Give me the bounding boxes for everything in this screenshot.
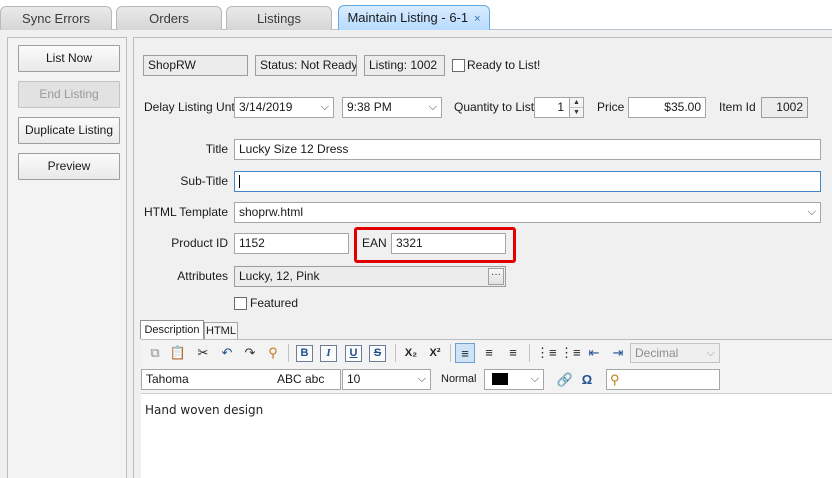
font-preview: ABC abc (277, 372, 325, 386)
list-now-button[interactable]: List Now (18, 45, 120, 72)
title-label: Title (205, 142, 228, 156)
indent-icon[interactable]: ⇥ (608, 343, 628, 363)
copy-icon[interactable]: ⧉ (145, 343, 165, 363)
featured-checkbox[interactable] (234, 297, 247, 310)
description-text[interactable]: Hand woven design (145, 403, 263, 417)
underline-icon[interactable]: U (345, 345, 362, 362)
text-caret (239, 175, 240, 188)
listing-number: Listing: 1002 (364, 55, 445, 76)
numbered-list-icon[interactable]: ⋮≡ (560, 343, 581, 363)
attributes-value: Lucky, 12, Pink (239, 269, 320, 283)
paste-icon[interactable]: 📋 (168, 343, 188, 363)
outdent-icon[interactable]: ⇤ (584, 343, 604, 363)
tab-listings[interactable]: Listings (226, 6, 332, 30)
date-value: 3/14/2019 (239, 100, 293, 114)
tab-html[interactable]: HTML (204, 322, 238, 339)
font-family-select[interactable]: Tahoma ABC abc (141, 369, 341, 390)
chevron-down-icon[interactable]: ▼ (570, 107, 583, 116)
font-value: Tahoma (146, 372, 189, 386)
ready-to-list-checkbox[interactable] (452, 59, 465, 72)
ready-to-list-label: Ready to List! (467, 58, 541, 72)
strikethrough-icon[interactable]: S (369, 345, 386, 362)
quantity-stepper[interactable]: 1 ▲ ▼ (534, 97, 584, 118)
superscript-icon[interactable]: X² (425, 343, 445, 363)
delay-time-select[interactable]: 9:38 PM ⌵ (342, 97, 442, 118)
delay-date-select[interactable]: 3/14/2019 ⌵ (234, 97, 334, 118)
preview-button[interactable]: Preview (18, 153, 120, 180)
item-id-label: Item Id (719, 100, 756, 114)
tab-label: Sync Errors (22, 11, 90, 26)
bulleted-list-icon[interactable]: ⋮≡ (536, 343, 557, 363)
toolbar-divider (288, 344, 289, 362)
attributes-label: Attributes (177, 269, 228, 283)
cut-icon[interactable]: ✂ (193, 343, 213, 363)
link-icon[interactable]: 🔗 (555, 370, 575, 390)
price-input[interactable]: $35.00 (628, 97, 706, 118)
product-id-input[interactable]: 1152 (234, 233, 349, 254)
tab-label: Maintain Listing - 6-1 (347, 10, 469, 25)
product-id-label: Product ID (171, 236, 228, 250)
featured-label: Featured (250, 296, 299, 310)
tab-label: Orders (149, 11, 189, 26)
subtitle-label: Sub-Title (180, 174, 228, 188)
subtitle-input[interactable] (234, 171, 821, 192)
tab-label: Listings (256, 11, 302, 26)
time-value: 9:38 PM (347, 100, 392, 114)
end-listing-button[interactable]: End Listing (18, 81, 120, 108)
paragraph-style-label: Normal (441, 373, 477, 385)
attributes-field: Lucky, 12, Pink ··· (234, 266, 506, 287)
tab-description[interactable]: Description (140, 320, 204, 339)
chevron-down-icon: ⌵ (706, 347, 715, 359)
chevron-down-icon: ⌵ (428, 101, 437, 113)
tab-sync-errors[interactable]: Sync Errors (0, 6, 112, 30)
bold-icon[interactable]: B (296, 345, 313, 362)
tab-maintain-listing[interactable]: Maintain Listing - 6-1 × (338, 5, 490, 30)
subscript-icon[interactable]: X₂ (401, 343, 421, 363)
chevron-down-icon: ⌵ (807, 206, 816, 218)
duplicate-listing-button[interactable]: Duplicate Listing (18, 117, 120, 144)
html-template-select[interactable]: shoprw.html ⌵ (234, 202, 821, 223)
item-id-value: 1002 (761, 97, 808, 118)
toolbar-divider (529, 344, 530, 362)
quantity-value: 1 (557, 100, 564, 114)
redo-icon[interactable]: ↷ (240, 343, 260, 363)
search-icon: ⚲ (610, 372, 620, 387)
chevron-down-icon: ⌵ (320, 101, 329, 113)
align-right-icon[interactable]: ≡ (503, 343, 523, 363)
attributes-edit-button[interactable]: ··· (488, 268, 504, 285)
toolbar-divider (450, 344, 451, 362)
undo-icon[interactable]: ↶ (217, 343, 237, 363)
italic-icon[interactable]: I (320, 345, 337, 362)
text-color-select[interactable]: ⌵ (484, 369, 544, 390)
close-icon[interactable]: × (474, 13, 480, 25)
font-size-select[interactable]: 10 ⌵ (342, 369, 431, 390)
delay-listing-label: Delay Listing Until (144, 100, 241, 114)
title-input[interactable]: Lucky Size 12 Dress (234, 139, 821, 160)
find-input[interactable]: ⚲ (606, 369, 720, 390)
toolbar-divider (395, 344, 396, 362)
tab-orders[interactable]: Orders (116, 6, 222, 30)
quantity-label: Quantity to List (454, 100, 535, 114)
search-icon[interactable]: ⚲ (263, 343, 283, 363)
store-name: ShopRW (143, 55, 248, 76)
list-format-value: Decimal (635, 346, 679, 360)
font-size-value: 10 (347, 372, 361, 386)
chevron-down-icon: ⌵ (417, 373, 426, 385)
template-value: shoprw.html (239, 205, 304, 219)
ean-highlight-box (354, 227, 516, 263)
align-left-icon[interactable]: ≡ (455, 343, 475, 363)
status-badge: Status: Not Ready (255, 55, 357, 76)
price-label: Price (597, 100, 625, 114)
chevron-down-icon: ⌵ (530, 373, 539, 385)
color-swatch (492, 373, 508, 385)
html-template-label: HTML Template (143, 205, 228, 219)
align-center-icon[interactable]: ≡ (479, 343, 499, 363)
stepper-arrows[interactable]: ▲ ▼ (569, 98, 583, 117)
chevron-up-icon[interactable]: ▲ (570, 98, 583, 107)
list-format-select[interactable]: Decimal ⌵ (630, 343, 720, 363)
special-character-icon[interactable]: Ω (577, 370, 597, 390)
